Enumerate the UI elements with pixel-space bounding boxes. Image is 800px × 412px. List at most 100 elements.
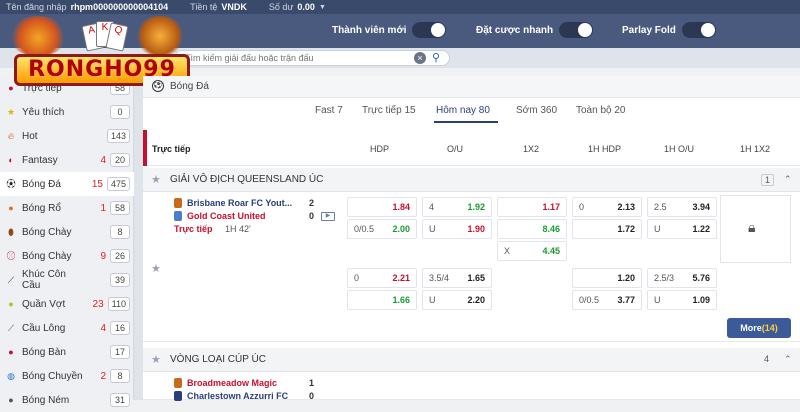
sidebar-item-label: Bóng Chuyền [22, 370, 83, 382]
odds-price: 1.90 [467, 224, 485, 234]
sidebar-live-count: 4 [100, 322, 106, 334]
collapse-chevron-icon[interactable]: ⌃ [784, 354, 792, 365]
balance-dropdown-icon[interactable]: ▼ [319, 4, 326, 11]
odds-handicap: U [429, 295, 436, 305]
search-icon[interactable]: ⚲ [432, 51, 440, 64]
sidebar-item-handball[interactable]: ● Bóng Ném 31 [0, 388, 134, 412]
home-team-name[interactable]: Brisbane Roar FC Yout... [187, 198, 292, 208]
odds-price: 1.65 [467, 273, 485, 283]
soccer-icon: ⚽︎ [6, 179, 16, 189]
odds-price: 1.92 [467, 202, 485, 212]
sidebar-item-basketball[interactable]: ● Bóng Rổ 1 58 [0, 196, 134, 220]
quick-bet-toggle-group[interactable]: Đặt cược nhanh [476, 22, 594, 38]
stats-icon[interactable]: ▶ [321, 212, 335, 221]
collapse-chevron-icon[interactable]: ⌃ [784, 174, 792, 185]
favorite-star-icon[interactable]: ★ [151, 173, 161, 186]
sidebar-item-baseball[interactable]: ⚾︎ Bóng Chày 9 26 [0, 244, 134, 268]
parlay-fold-toggle[interactable] [681, 22, 716, 38]
tennis-icon: ● [8, 299, 14, 309]
tiger-icon [134, 16, 186, 56]
sidebar-item-fire[interactable]: 🔥︎ Hot 143 [0, 124, 134, 148]
star-icon: ★ [6, 107, 16, 117]
sidebar-item-label: Bóng Đá [22, 178, 61, 190]
search-input[interactable] [174, 50, 450, 66]
odds-cell-hdp[interactable]: 1.84 [347, 197, 417, 217]
odds-price: 4.45 [542, 246, 560, 256]
sport-header [143, 76, 800, 98]
tab-fast-7[interactable]: Fast 7 [315, 105, 343, 116]
sidebar-live-count: 15 [91, 178, 103, 190]
tab-today[interactable]: Hôm nay 80 [436, 105, 490, 116]
column-1h-hdp: 1H HDP [588, 144, 622, 154]
odds-price: 1.20 [617, 273, 635, 283]
column-header-row [143, 130, 800, 166]
odds-cell-1h-ou[interactable]: 2.5 3.94 [647, 197, 717, 217]
favorite-match-star-icon[interactable]: ★ [151, 262, 161, 275]
quick-bet-toggle[interactable] [559, 22, 594, 38]
clear-search-icon[interactable]: × [414, 52, 426, 64]
odds-cell-hdp[interactable]: 0 2.21 [347, 268, 417, 288]
odds-cell-ou[interactable]: U 1.90 [422, 219, 492, 239]
new-member-toggle[interactable] [412, 22, 447, 38]
odds-cell-1h-ou[interactable]: U 1.22 [647, 219, 717, 239]
sidebar-total-count: 39 [110, 273, 130, 287]
odds-cell-1h-hdp[interactable]: 0/0.5 3.77 [572, 290, 642, 310]
soccer-ball-icon: ⚽ [152, 80, 164, 92]
favorite-star-icon[interactable]: ★ [151, 353, 161, 366]
odds-cell-1h-hdp[interactable]: 1.20 [572, 268, 642, 288]
odds-cell-ou[interactable]: 4 1.92 [422, 197, 492, 217]
more-count: (14) [761, 323, 778, 333]
sidebar-item-volleyball[interactable]: ◍ Bóng Chuyền 2 8 [0, 364, 134, 388]
sidebar-scroll-gutter [134, 76, 143, 400]
sidebar-item-soccer[interactable]: ⚽︎ Bóng Đá 15 475 [0, 172, 134, 196]
sidebar-total-count: 26 [110, 249, 130, 263]
parlay-fold-toggle-group[interactable]: Parlay Fold [622, 22, 716, 38]
sidebar-item-hockey[interactable]: ⟋ Khúc Côn Cầu 39 [0, 268, 134, 292]
odds-cell-1x2[interactable]: 8.46 [497, 219, 567, 239]
more-label: More [740, 323, 762, 333]
sidebar-item-fantasy[interactable]: ◐ Fantasy 4 20 [0, 148, 134, 172]
home-team-name[interactable]: Broadmeadow Magic [187, 378, 277, 388]
odds-cell-1x2[interactable]: X 4.45 [497, 241, 567, 261]
sidebar-total-count: 58 [110, 201, 130, 215]
odds-price: 8.46 [542, 224, 560, 234]
odds-price: 1.09 [692, 295, 710, 305]
sidebar-live-count: 4 [100, 154, 106, 166]
odds-cell-1x2[interactable]: 1.17 [497, 197, 567, 217]
baseball-icon: ⚾︎ [6, 251, 16, 261]
american-football-icon: ⬮ [8, 227, 14, 237]
odds-cell-ou[interactable]: 3.5/4 1.65 [422, 268, 492, 288]
league-match-count: 1 [761, 174, 775, 186]
odds-price: 1.72 [617, 224, 635, 234]
tab-early[interactable]: Sớm 360 [516, 105, 557, 116]
sidebar-item-table-tennis[interactable]: ● Bóng Bàn 17 [0, 340, 134, 364]
sidebar-total-count: 31 [110, 393, 130, 407]
tab-live[interactable]: Trực tiếp 15 [362, 105, 416, 116]
sidebar-item-american-football[interactable]: ⬮ Bóng Chày 8 [0, 220, 134, 244]
sidebar-item-badminton[interactable]: ⟋ Cầu Lông 4 16 [0, 316, 134, 340]
sidebar-item-label: Bóng Rổ [22, 202, 61, 214]
new-member-toggle-group[interactable]: Thành viên mới [332, 22, 447, 38]
sidebar-item-tennis[interactable]: ● Quần Vợt 23 110 [0, 292, 134, 316]
odds-cell-hdp[interactable]: 1.66 [347, 290, 417, 310]
active-tab-indicator [434, 121, 498, 123]
sidebar-item-star[interactable]: ★ Yêu thích 0 [0, 100, 134, 124]
odds-handicap: 0/0.5 [354, 224, 375, 234]
tab-all[interactable]: Toàn bộ 20 [576, 105, 626, 116]
odds-cell-1h-hdp[interactable]: 0 2.13 [572, 197, 642, 217]
sidebar-live-count: 2 [100, 370, 106, 382]
sidebar-item-label: Bóng Chày [22, 250, 72, 262]
more-markets-button[interactable]: More(14) [727, 318, 791, 338]
home-score: 1 [309, 378, 315, 388]
odds-cell-1h-hdp[interactable]: 1.72 [572, 219, 642, 239]
odds-cell-hdp[interactable]: 0/0.5 2.00 [347, 219, 417, 239]
away-team-name[interactable]: Gold Coast United [187, 211, 266, 221]
sidebar-total-count: 20 [110, 153, 130, 167]
odds-cell-ou[interactable]: U 2.20 [422, 290, 492, 310]
sidebar-item-label: Khúc Côn Cầu [22, 269, 66, 291]
odds-cell-1h-ou[interactable]: U 1.09 [647, 290, 717, 310]
home-score: 2 [309, 198, 315, 208]
fire-icon: 🔥︎ [7, 131, 15, 141]
odds-cell-1h-ou[interactable]: 2.5/3 5.76 [647, 268, 717, 288]
sidebar-item-label: Hot [22, 130, 38, 142]
